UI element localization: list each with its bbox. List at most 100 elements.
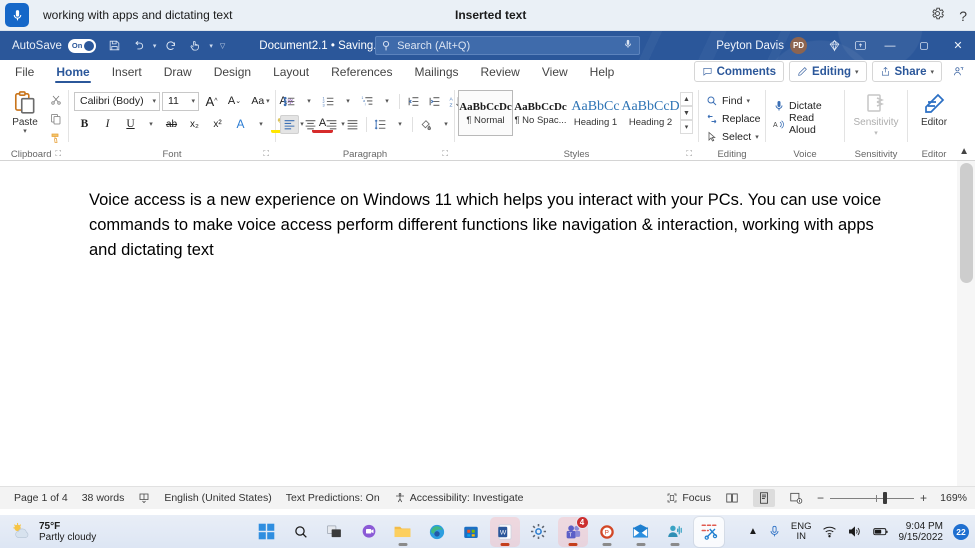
wifi-icon[interactable] — [822, 524, 837, 539]
teams-button[interactable]: T 4 — [557, 515, 589, 547]
battery-icon[interactable] — [872, 523, 889, 540]
tab-draw[interactable]: Draw — [153, 60, 203, 84]
vertical-scrollbar[interactable] — [957, 161, 975, 486]
question-mark-icon[interactable]: ? — [959, 9, 967, 23]
dialog-launcher-icon[interactable]: ⛶ — [56, 149, 62, 159]
line-spacing-dropdown-icon[interactable]: ▾ — [392, 114, 408, 134]
zoom-handle[interactable] — [882, 492, 887, 504]
language-status[interactable]: English (United States) — [164, 492, 271, 504]
powerpoint-button[interactable]: P — [592, 517, 622, 547]
zoom-slider[interactable]: − + 169% — [817, 492, 967, 504]
style-heading-1[interactable]: AaBbCc Heading 1 — [568, 90, 623, 136]
tab-review[interactable]: Review — [470, 60, 531, 84]
find-button[interactable]: Find ▾ — [704, 92, 766, 110]
page-number[interactable]: Page 1 of 4 — [14, 492, 68, 504]
undo-icon[interactable] — [128, 36, 148, 56]
replace-button[interactable]: Replace — [704, 110, 766, 128]
touch-mode-icon[interactable] — [184, 36, 204, 56]
dialog-launcher-icon[interactable]: ⛶ — [686, 149, 692, 159]
diamond-icon[interactable] — [821, 31, 847, 60]
share-button[interactable]: Share ▾ — [871, 61, 942, 82]
file-explorer-button[interactable] — [388, 517, 418, 547]
dialog-launcher-icon[interactable]: ⛶ — [263, 149, 269, 159]
grow-font-button[interactable]: A ^ — [201, 91, 222, 111]
ribbon-display-options-icon[interactable] — [847, 31, 873, 60]
voice-access-mic-button[interactable] — [5, 3, 29, 27]
accessibility-status[interactable]: Accessibility: Investigate — [394, 492, 524, 504]
clock[interactable]: 9:04 PM 9/15/2022 — [899, 521, 944, 543]
read-mode-icon[interactable] — [721, 489, 743, 507]
zoom-in-button[interactable]: + — [920, 492, 927, 504]
share-person-icon[interactable] — [947, 61, 970, 82]
subscript-button[interactable]: x₂ — [184, 114, 205, 134]
line-spacing-icon[interactable] — [371, 115, 390, 134]
edge-button[interactable] — [422, 517, 452, 547]
sensitivity-button[interactable]: Sensitivity ▾ — [848, 88, 904, 137]
underline-dropdown-icon[interactable]: ▾ — [143, 114, 159, 134]
focus-mode-button[interactable]: Focus — [666, 492, 711, 504]
tab-mailings[interactable]: Mailings — [403, 60, 469, 84]
font-size-input[interactable]: 11 ▾ — [162, 91, 199, 111]
chevron-down-icon[interactable]: ▾ — [874, 129, 878, 137]
redo-icon[interactable] — [161, 36, 181, 56]
close-button[interactable]: ✕ — [941, 31, 975, 60]
weather-widget[interactable]: 75°F Partly cloudy — [10, 521, 96, 543]
speaker-icon[interactable] — [847, 524, 862, 539]
notification-badge[interactable]: 22 — [953, 523, 969, 540]
proofing-errors-icon[interactable] — [138, 492, 150, 504]
mail-button[interactable] — [626, 517, 656, 547]
editor-button[interactable]: Editor — [908, 88, 960, 128]
save-icon[interactable] — [105, 36, 125, 56]
shrink-font-button[interactable]: A ⌄ — [224, 91, 245, 111]
voice-access-button[interactable] — [660, 517, 690, 547]
tab-design[interactable]: Design — [203, 60, 262, 84]
bold-button[interactable]: B — [74, 114, 95, 134]
editing-button[interactable]: Editing ▾ — [789, 61, 867, 82]
zoom-level[interactable]: 169% — [933, 492, 967, 504]
gear-icon[interactable] — [930, 6, 945, 26]
search-button[interactable] — [286, 517, 316, 547]
styles-scroll-down-icon[interactable]: ▼ — [680, 106, 693, 120]
chevron-down-icon[interactable]: ▾ — [147, 97, 156, 105]
document-page[interactable]: Voice access is a new experience on Wind… — [0, 161, 957, 486]
select-button[interactable]: Select ▾ — [704, 128, 766, 146]
language-indicator[interactable]: ENG IN — [791, 521, 812, 542]
chevron-down-icon[interactable]: ▾ — [855, 68, 859, 76]
comments-button[interactable]: Comments — [693, 61, 785, 82]
align-left-icon[interactable] — [280, 114, 299, 134]
settings-button[interactable] — [524, 517, 554, 547]
scissors-icon[interactable] — [46, 91, 66, 109]
numbering-dropdown-icon[interactable]: ▾ — [340, 91, 356, 111]
chevron-up-icon[interactable]: ▲ — [959, 146, 969, 157]
word-button[interactable]: W — [489, 516, 520, 547]
italic-button[interactable]: I — [97, 114, 118, 134]
underline-button[interactable]: U — [120, 114, 141, 134]
format-painter-icon[interactable] — [46, 129, 66, 147]
chevron-down-icon[interactable]: ▾ — [755, 133, 759, 141]
tab-view[interactable]: View — [531, 60, 579, 84]
strikethrough-button[interactable]: ab — [161, 114, 182, 134]
autosave-toggle[interactable]: AutoSave On — [12, 38, 96, 53]
snipping-tool-button[interactable] — [693, 516, 724, 547]
increase-indent-icon[interactable] — [425, 92, 444, 111]
document-name[interactable]: Document2.1 • Saving... ▾ — [259, 40, 391, 52]
autosave-switch[interactable]: On — [67, 38, 96, 53]
styles-more-icon[interactable]: ▾ — [680, 120, 693, 134]
bullet-list-icon[interactable] — [280, 92, 299, 111]
style-heading-2[interactable]: AaBbCcD Heading 2 — [621, 90, 679, 136]
scrollbar-thumb[interactable] — [960, 163, 973, 283]
restore-button[interactable] — [907, 31, 941, 60]
decrease-indent-icon[interactable] — [404, 92, 423, 111]
font-name-input[interactable]: Calibri (Body) ▾ — [74, 91, 160, 111]
copy-icon[interactable] — [46, 110, 66, 128]
tab-insert[interactable]: Insert — [101, 60, 153, 84]
microphone-icon[interactable] — [623, 39, 633, 52]
style-no-spacing[interactable]: AaBbCcDc ¶ No Spac... — [513, 90, 568, 136]
superscript-button[interactable]: x² — [207, 114, 228, 134]
word-count[interactable]: 38 words — [82, 492, 125, 504]
numbered-list-icon[interactable]: 123 — [319, 92, 338, 111]
web-layout-icon[interactable] — [785, 489, 807, 507]
chevron-down-icon[interactable]: ▾ — [186, 97, 195, 105]
search-input[interactable]: ⚲ Search (Alt+Q) — [375, 36, 640, 55]
paste-button[interactable]: Paste ▾ — [4, 88, 46, 136]
